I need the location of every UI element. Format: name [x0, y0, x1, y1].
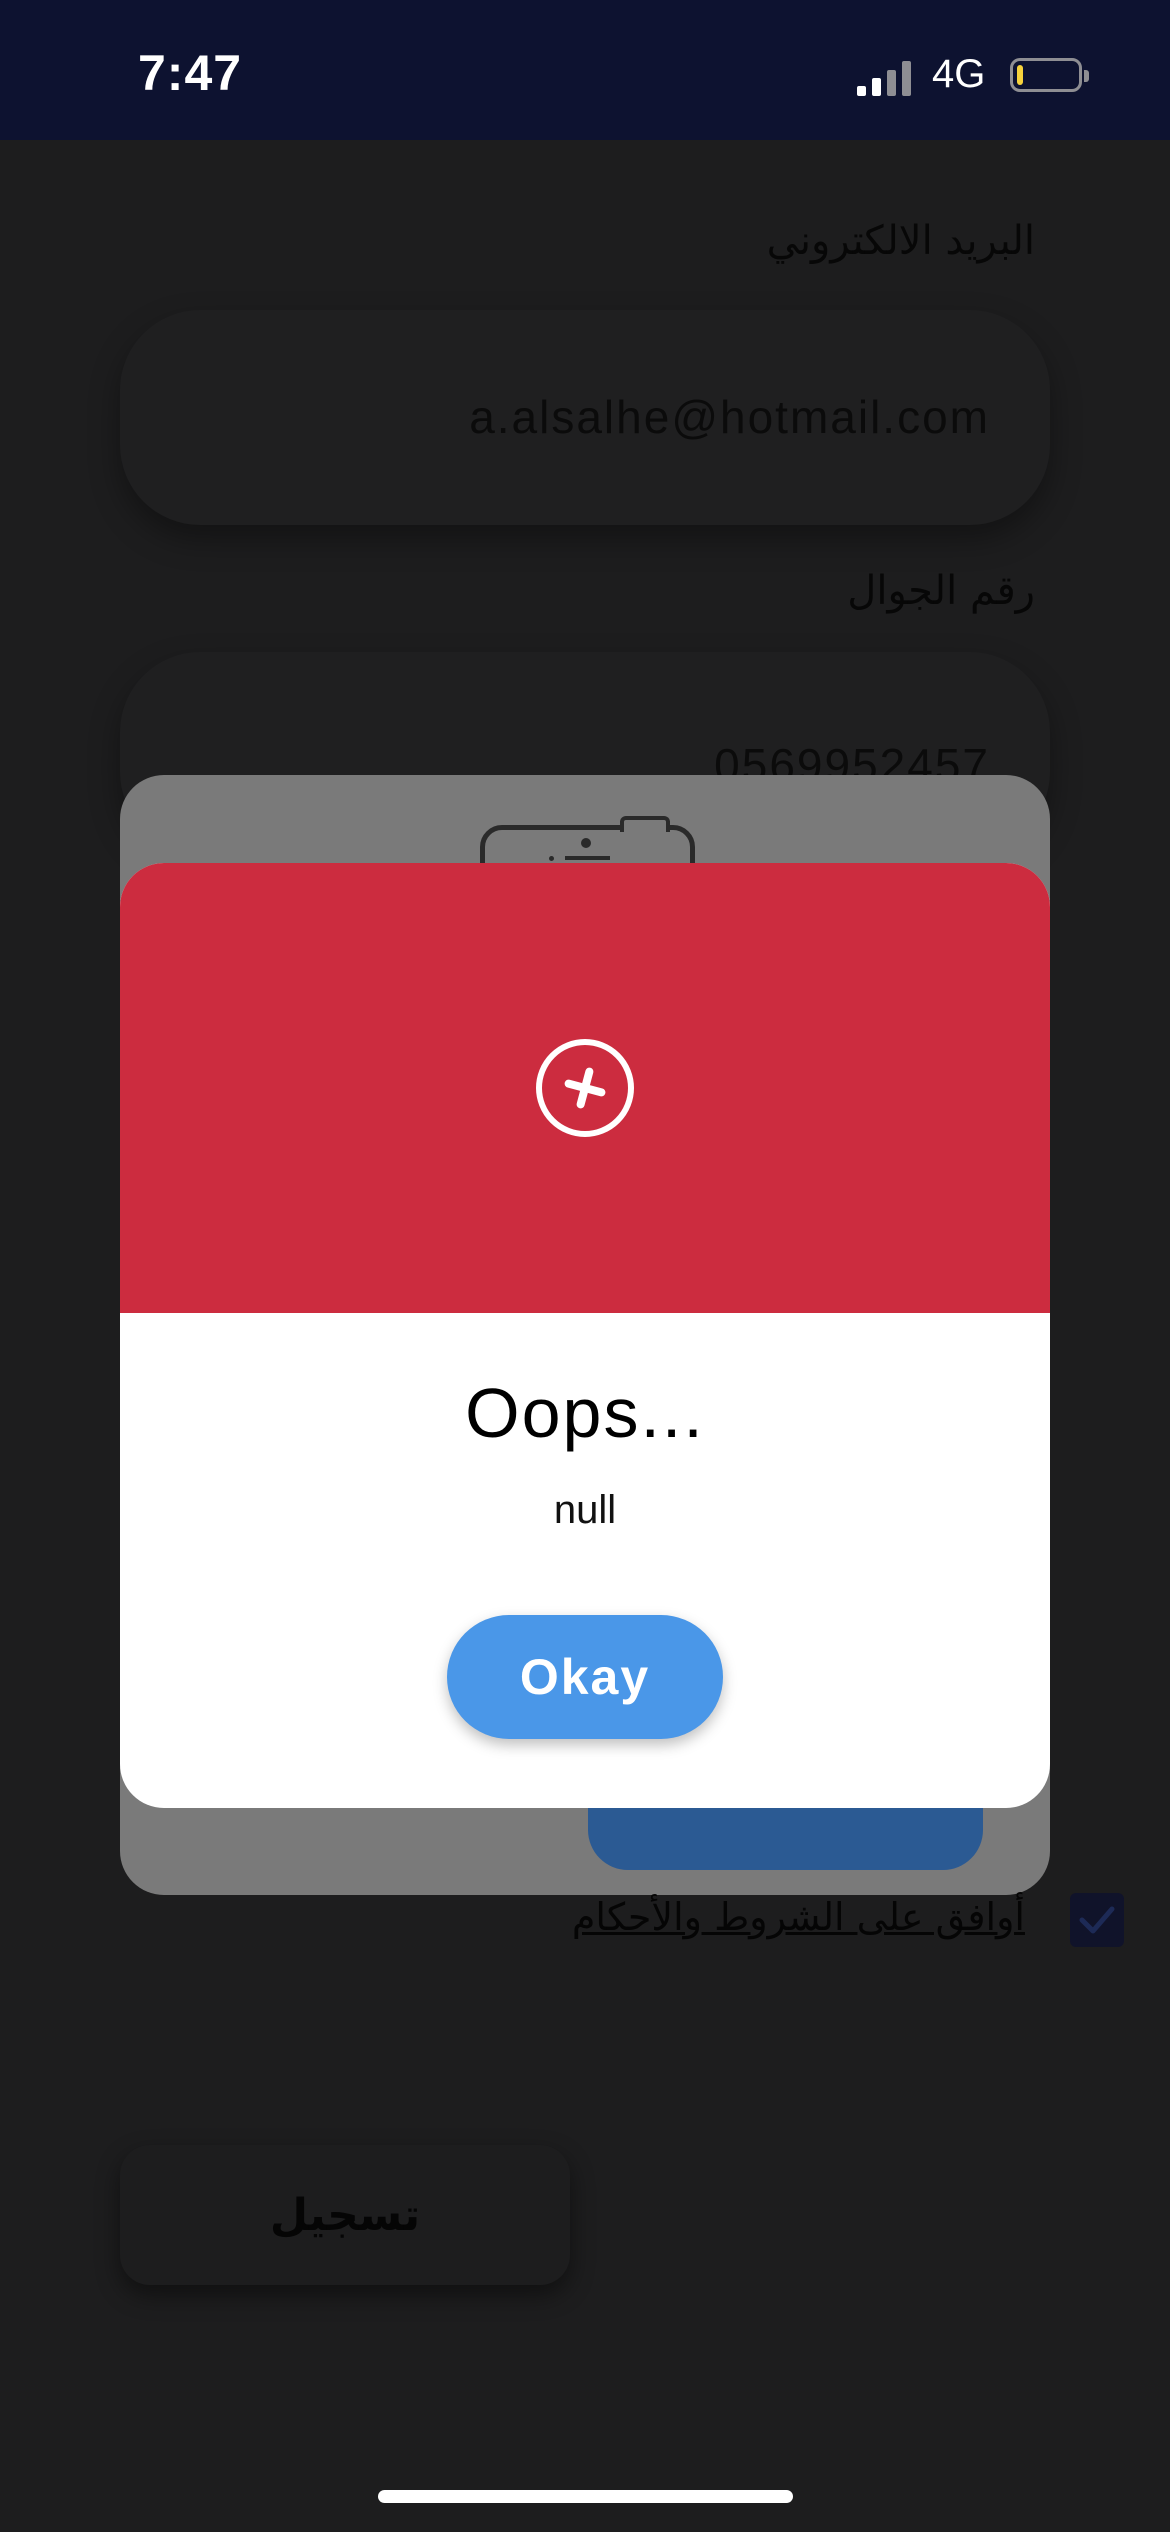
cellular-signal-icon [857, 61, 911, 96]
dialog-message: null [553, 1488, 617, 1532]
status-time: 7:47 [138, 45, 243, 101]
network-type: 4G [932, 52, 986, 96]
email-label: البريد الالكتروني [766, 218, 1035, 264]
email-field[interactable]: a.alsalhe@hotmail.com [120, 310, 1050, 525]
okay-button[interactable]: Okay [447, 1615, 723, 1739]
error-dialog: Oops... null Okay [120, 863, 1050, 1808]
terms-link[interactable]: أوافق على الشروط والأحكام [572, 1895, 1025, 1939]
email-value: a.alsalhe@hotmail.com [469, 391, 990, 443]
phone-label: رقم الجوال [847, 568, 1035, 614]
error-x-circle-icon [536, 1039, 634, 1137]
dialog-title: Oops... [465, 1374, 705, 1452]
terms-checkbox[interactable] [1070, 1893, 1124, 1947]
status-bar: 7:47 4G [0, 0, 1170, 140]
checkmark-icon [1079, 1906, 1115, 1934]
dialog-header [120, 863, 1050, 1313]
register-button[interactable]: تسجيل [120, 2145, 570, 2285]
home-indicator[interactable] [378, 2490, 793, 2503]
battery-low-icon [1010, 58, 1089, 92]
battery-level [1017, 65, 1023, 85]
